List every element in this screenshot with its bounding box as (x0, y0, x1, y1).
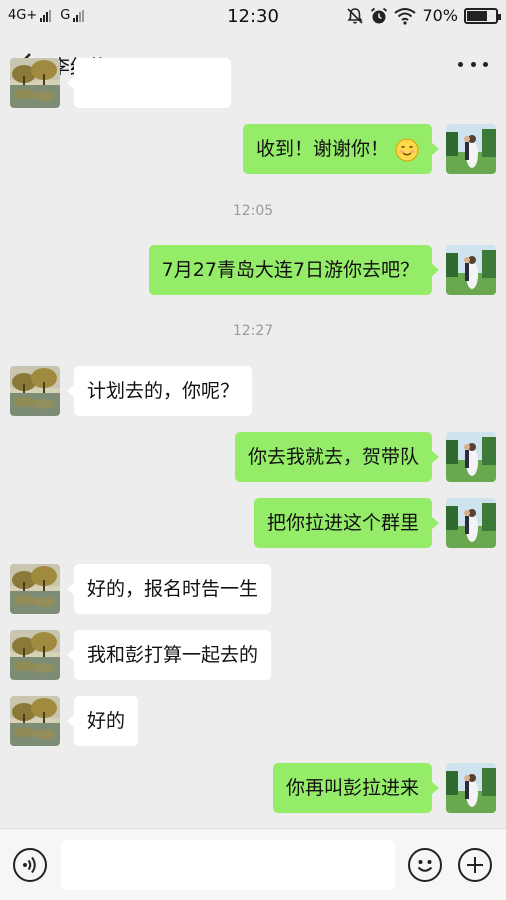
contact-avatar[interactable] (10, 696, 60, 746)
plus-icon (467, 857, 483, 873)
my-avatar[interactable] (446, 124, 496, 174)
emoji-button[interactable] (408, 848, 442, 882)
message-bubble-incoming[interactable]: 计划去的，你呢？ (66, 366, 253, 416)
emoji-icon (417, 860, 433, 872)
battery-icon (464, 7, 501, 24)
message-bubble-outgoing[interactable]: 你再叫彭拉进来 (272, 763, 440, 813)
battery-percent: 70% (422, 6, 458, 25)
wifi-icon (394, 7, 417, 25)
message-timestamp: 12:27 (232, 323, 274, 339)
system-icons: 70% (346, 6, 501, 25)
message-bubble-incoming[interactable]: 我和彭打算一起去的 (66, 630, 272, 680)
smiling-face-emoji-icon (395, 138, 419, 161)
message-input[interactable] (61, 840, 395, 890)
contact-avatar[interactable] (10, 564, 60, 614)
my-avatar[interactable] (446, 432, 496, 482)
more-dots-icon (458, 61, 463, 67)
message-bubble-incoming[interactable] (67, 58, 231, 108)
message-bubble-incoming[interactable]: 好的 (66, 696, 139, 746)
contact-avatar[interactable] (10, 58, 60, 108)
my-avatar[interactable] (446, 763, 496, 813)
message-bubble-outgoing[interactable]: 收到！谢谢你！ (242, 124, 440, 174)
contact-avatar[interactable] (10, 630, 60, 680)
contact-avatar[interactable] (10, 366, 60, 416)
mute-bell-icon (347, 7, 364, 24)
message-bubble-outgoing[interactable]: 7月27青岛大连7日游你去吧？ (148, 245, 440, 295)
message-text: 收到！谢谢你！ (255, 138, 389, 160)
voice-icon (23, 856, 36, 874)
message-bubble-incoming[interactable]: 好的，报名时告一生 (66, 564, 272, 614)
message-bubble-outgoing[interactable]: 把你拉进这个群里 (253, 498, 440, 548)
my-avatar[interactable] (446, 245, 496, 295)
status-bar: 4G+ G 12:30 70% (0, 0, 506, 34)
message-bubble-outgoing[interactable]: 你去我就去，贺带队 (234, 432, 440, 482)
message-timestamp: 12:05 (232, 203, 274, 219)
more-button[interactable] (458, 51, 488, 77)
input-bar (0, 828, 506, 900)
my-avatar[interactable] (446, 498, 496, 548)
voice-button[interactable] (13, 848, 47, 882)
alarm-icon (371, 7, 388, 23)
plus-button[interactable] (458, 848, 492, 882)
